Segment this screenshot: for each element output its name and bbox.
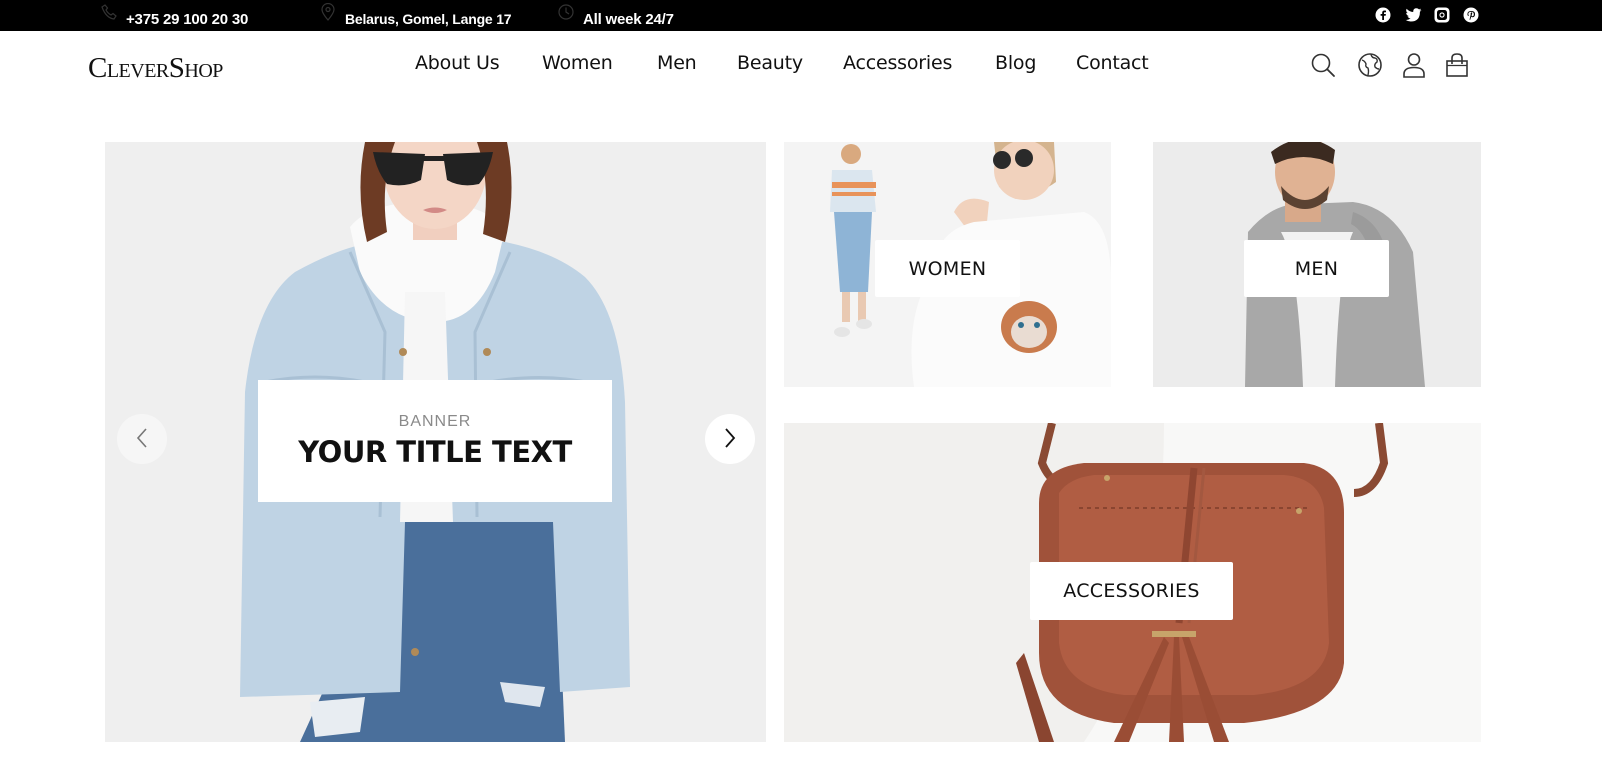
nav-item-blog[interactable]: Blog <box>995 52 1036 74</box>
user-icon[interactable] <box>1400 51 1428 79</box>
nav-item-men[interactable]: Men <box>657 52 697 74</box>
location-pin-icon <box>317 1 339 23</box>
tile-label-accessories[interactable]: ACCESSORIES <box>1030 562 1233 620</box>
facebook-icon[interactable] <box>1374 6 1392 24</box>
tile-label-women[interactable]: WOMEN <box>875 240 1020 297</box>
address-text: Belarus, Gomel, Lange 17 <box>345 11 512 27</box>
slider-next-button[interactable] <box>705 414 755 464</box>
hours-text: All week 24/7 <box>583 10 674 28</box>
nav-item-women[interactable]: Women <box>542 52 613 74</box>
clock-icon <box>555 1 577 23</box>
site-logo[interactable]: CleverShop <box>88 52 223 85</box>
hero-banner-card[interactable]: BANNER YOUR TITLE TEXT <box>258 380 612 502</box>
category-tile-accessories[interactable]: ACCESSORIES <box>784 423 1481 742</box>
category-tile-men[interactable]: MEN <box>1153 142 1481 387</box>
nav-item-about-us[interactable]: About Us <box>415 52 500 74</box>
shopping-bag-icon[interactable] <box>1443 51 1471 79</box>
hero-slider[interactable]: BANNER YOUR TITLE TEXT <box>105 142 766 742</box>
slider-prev-button[interactable] <box>117 414 167 464</box>
nav-item-accessories[interactable]: Accessories <box>843 52 952 74</box>
search-icon[interactable] <box>1309 51 1337 79</box>
nav-item-beauty[interactable]: Beauty <box>737 52 803 74</box>
banner-title: YOUR TITLE TEXT <box>298 435 572 469</box>
category-tile-women[interactable]: WOMEN <box>784 142 1111 387</box>
pinterest-icon[interactable] <box>1462 6 1480 24</box>
nav-item-contact[interactable]: Contact <box>1076 52 1149 74</box>
globe-icon[interactable] <box>1356 51 1384 79</box>
tile-label-men[interactable]: MEN <box>1244 240 1389 297</box>
phone-icon <box>98 1 120 23</box>
top-info-bar: +375 29 100 20 30 Belarus, Gomel, Lange … <box>0 0 1602 31</box>
phone-number: +375 29 100 20 30 <box>126 10 249 28</box>
instagram-icon[interactable] <box>1433 6 1451 24</box>
topbar-address[interactable]: Belarus, Gomel, Lange 17 <box>317 0 512 31</box>
topbar-phone[interactable]: +375 29 100 20 30 <box>98 0 248 31</box>
twitter-icon[interactable] <box>1404 6 1422 24</box>
topbar-hours: All week 24/7 <box>555 0 674 31</box>
chevron-left-icon <box>135 427 149 452</box>
banner-subtitle: BANNER <box>398 413 472 430</box>
chevron-right-icon <box>723 427 737 452</box>
